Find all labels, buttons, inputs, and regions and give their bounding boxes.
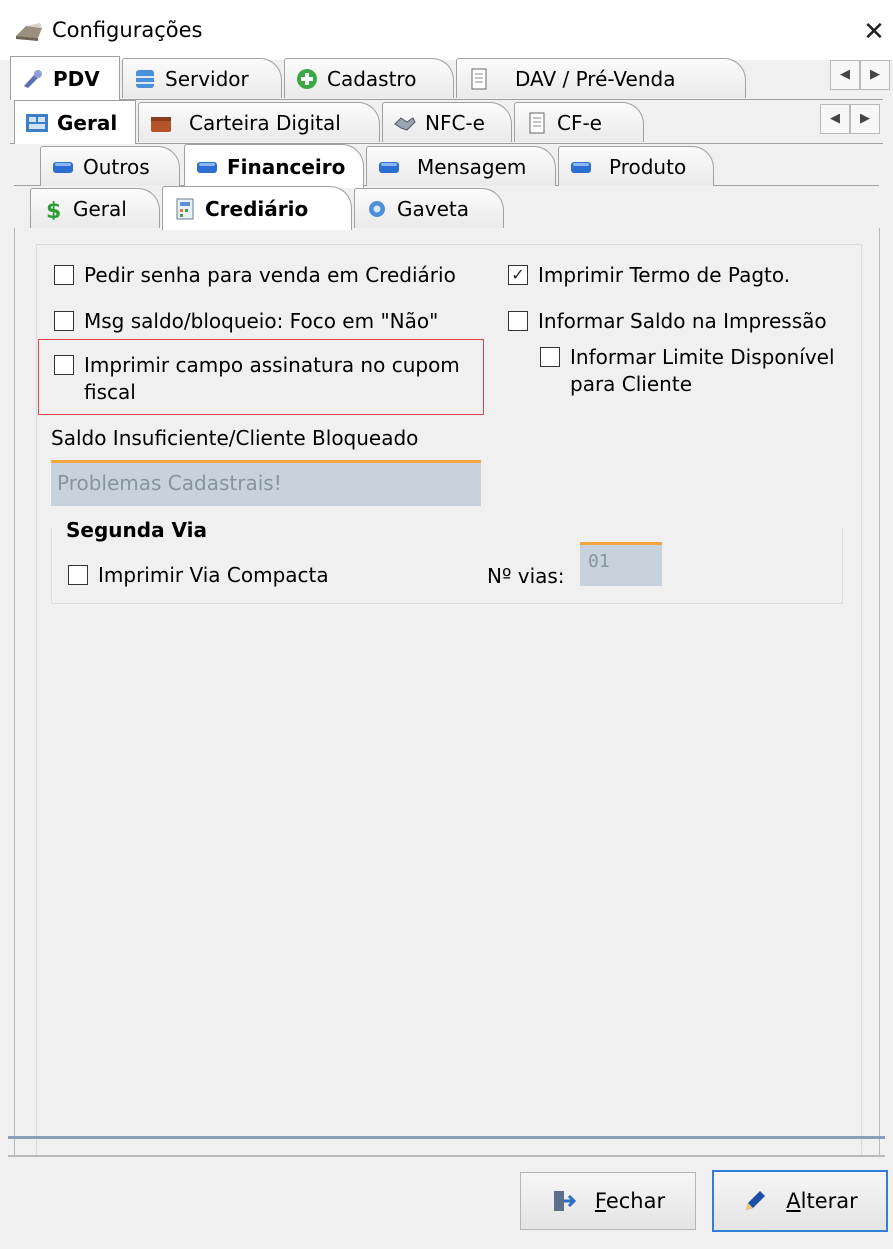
tab-label: Servidor bbox=[165, 66, 249, 91]
option-label-line1: Informar Limite Disponível bbox=[570, 345, 835, 369]
tab-nfce[interactable]: NFC-e bbox=[382, 102, 512, 142]
option-informar-saldo[interactable]: Informar Saldo na Impressão bbox=[508, 308, 827, 335]
tab-label: Gaveta bbox=[397, 196, 469, 221]
alterar-label: Alterar bbox=[786, 1189, 858, 1213]
alterar-rest: lterar bbox=[800, 1189, 858, 1213]
tab-label: Cadastro bbox=[327, 66, 417, 91]
tab-label: Produto bbox=[609, 154, 687, 179]
nvias-input[interactable]: 01 bbox=[580, 542, 662, 586]
window-title: Configurações bbox=[52, 18, 203, 42]
tab-geral-sub[interactable]: $ Geral bbox=[30, 188, 160, 228]
scroll-left-button[interactable]: ◀ bbox=[830, 60, 860, 90]
option-pedir-senha[interactable]: Pedir senha para venda em Crediário bbox=[54, 262, 456, 289]
tab-crediario[interactable]: Crediário bbox=[162, 186, 352, 230]
tab-label: Crediário bbox=[205, 196, 309, 221]
alterar-button[interactable]: Alterar bbox=[712, 1170, 888, 1232]
pencil-icon bbox=[746, 1191, 766, 1210]
fechar-rest: echar bbox=[605, 1189, 666, 1213]
option-imprimir-termo[interactable]: ✓ Imprimir Termo de Pagto. bbox=[508, 262, 790, 289]
tab-carteira-digital[interactable]: Carteira Digital bbox=[138, 102, 380, 142]
tab-label: NFC-e bbox=[425, 110, 485, 135]
tab-label: PDV bbox=[53, 66, 100, 91]
tab-mensagem[interactable]: Mensagem bbox=[366, 146, 556, 186]
tab-label: Financeiro bbox=[227, 154, 346, 179]
tab-cfe[interactable]: CF-e bbox=[514, 102, 644, 142]
tabrow1-scroll: ◀ ▶ bbox=[830, 60, 890, 90]
tabrow1-baseline bbox=[10, 99, 883, 100]
exit-door-icon bbox=[553, 1191, 577, 1211]
document-icon bbox=[471, 68, 487, 89]
segunda-via-title: Segunda Via bbox=[66, 518, 212, 542]
option-label: Msg saldo/bloqueio: Foco em "Não" bbox=[84, 309, 439, 333]
msg-saldo-checkbox[interactable] bbox=[54, 311, 74, 331]
scroll-right-button[interactable]: ▶ bbox=[850, 104, 880, 134]
blue-pill-icon bbox=[197, 161, 217, 173]
option-imprimir-assinatura[interactable]: Imprimir campo assinatura no cupom fisca… bbox=[54, 352, 460, 406]
imprimir-assinatura-checkbox[interactable] bbox=[54, 355, 74, 375]
tab-label: Outros bbox=[83, 154, 150, 179]
tab-label: CF-e bbox=[557, 110, 602, 135]
fechar-label: Fechar bbox=[595, 1189, 665, 1213]
tab-geral[interactable]: Geral bbox=[14, 100, 136, 144]
calculator-icon bbox=[176, 198, 194, 219]
via-compacta-checkbox[interactable] bbox=[68, 565, 88, 585]
option-label-line1: Imprimir campo assinatura no cupom bbox=[84, 353, 460, 377]
handshake-icon bbox=[394, 116, 416, 131]
tab-label: Geral bbox=[73, 196, 127, 221]
printer-icon bbox=[16, 23, 42, 41]
gear-icon bbox=[369, 200, 385, 217]
tab-label: Geral bbox=[57, 110, 118, 135]
saldo-label: Saldo Insuficiente/Cliente Bloqueado bbox=[51, 426, 419, 450]
scroll-right-button[interactable]: ▶ bbox=[860, 60, 890, 90]
tab-label: Mensagem bbox=[417, 154, 527, 179]
option-label-line2: fiscal bbox=[84, 380, 136, 404]
check-icon: ✓ bbox=[511, 265, 525, 284]
grid-icon bbox=[26, 113, 48, 132]
pedir-senha-checkbox[interactable] bbox=[54, 265, 74, 285]
option-msg-saldo[interactable]: Msg saldo/bloqueio: Foco em "Não" bbox=[54, 308, 438, 335]
fechar-mnemonic: F bbox=[594, 1189, 606, 1213]
fechar-button[interactable]: Fechar bbox=[520, 1172, 696, 1230]
svg-text:$: $ bbox=[46, 199, 61, 220]
option-label: Imprimir Via Compacta bbox=[98, 563, 329, 587]
imprimir-termo-checkbox[interactable]: ✓ bbox=[508, 265, 528, 285]
option-label-line2: para Cliente bbox=[570, 372, 692, 396]
option-label: Imprimir Termo de Pagto. bbox=[538, 263, 791, 287]
tab-label: Carteira Digital bbox=[189, 110, 341, 135]
informar-saldo-checkbox[interactable] bbox=[508, 311, 528, 331]
option-label: Informar Saldo na Impressão bbox=[538, 309, 827, 333]
document-icon bbox=[529, 112, 545, 133]
option-label: Pedir senha para venda em Crediário bbox=[84, 263, 456, 287]
informar-limite-checkbox[interactable] bbox=[540, 347, 560, 367]
tabrow2-baseline bbox=[10, 143, 883, 144]
tab-gaveta[interactable]: Gaveta bbox=[354, 188, 504, 228]
option-via-compacta[interactable]: Imprimir Via Compacta bbox=[68, 562, 329, 589]
tools-icon bbox=[24, 69, 42, 88]
database-icon bbox=[136, 69, 154, 88]
scroll-left-button[interactable]: ◀ bbox=[820, 104, 850, 134]
tab-pdv[interactable]: PDV bbox=[10, 56, 120, 100]
tab-financeiro[interactable]: Financeiro bbox=[184, 144, 364, 188]
nvias-label: Nº vias: bbox=[487, 564, 565, 588]
saldo-message-input[interactable]: Problemas Cadastrais! bbox=[51, 460, 481, 506]
tab-produto[interactable]: Produto bbox=[558, 146, 714, 186]
tab-outros[interactable]: Outros bbox=[40, 146, 180, 186]
tab-cadastro[interactable]: Cadastro bbox=[284, 58, 454, 98]
option-informar-limite[interactable]: Informar Limite Disponível para Cliente bbox=[540, 344, 835, 398]
tab-dav-pre-venda[interactable]: DAV / Pré-Venda bbox=[456, 58, 746, 98]
blue-pill-icon bbox=[379, 161, 399, 173]
plus-circle-icon bbox=[297, 68, 317, 89]
close-button[interactable]: ✕ bbox=[858, 14, 890, 50]
alterar-mnemonic: A bbox=[786, 1189, 801, 1213]
frame-border bbox=[8, 1136, 885, 1139]
blue-pill-icon bbox=[53, 161, 73, 173]
tab-servidor[interactable]: Servidor bbox=[122, 58, 282, 98]
footer-separator bbox=[8, 1155, 885, 1157]
dollar-icon: $ bbox=[46, 199, 61, 220]
blue-pill-icon bbox=[571, 161, 591, 173]
wallet-icon bbox=[151, 116, 171, 132]
tabrow2-scroll: ◀ ▶ bbox=[820, 104, 880, 134]
tab-label: DAV / Pré-Venda bbox=[515, 66, 676, 91]
